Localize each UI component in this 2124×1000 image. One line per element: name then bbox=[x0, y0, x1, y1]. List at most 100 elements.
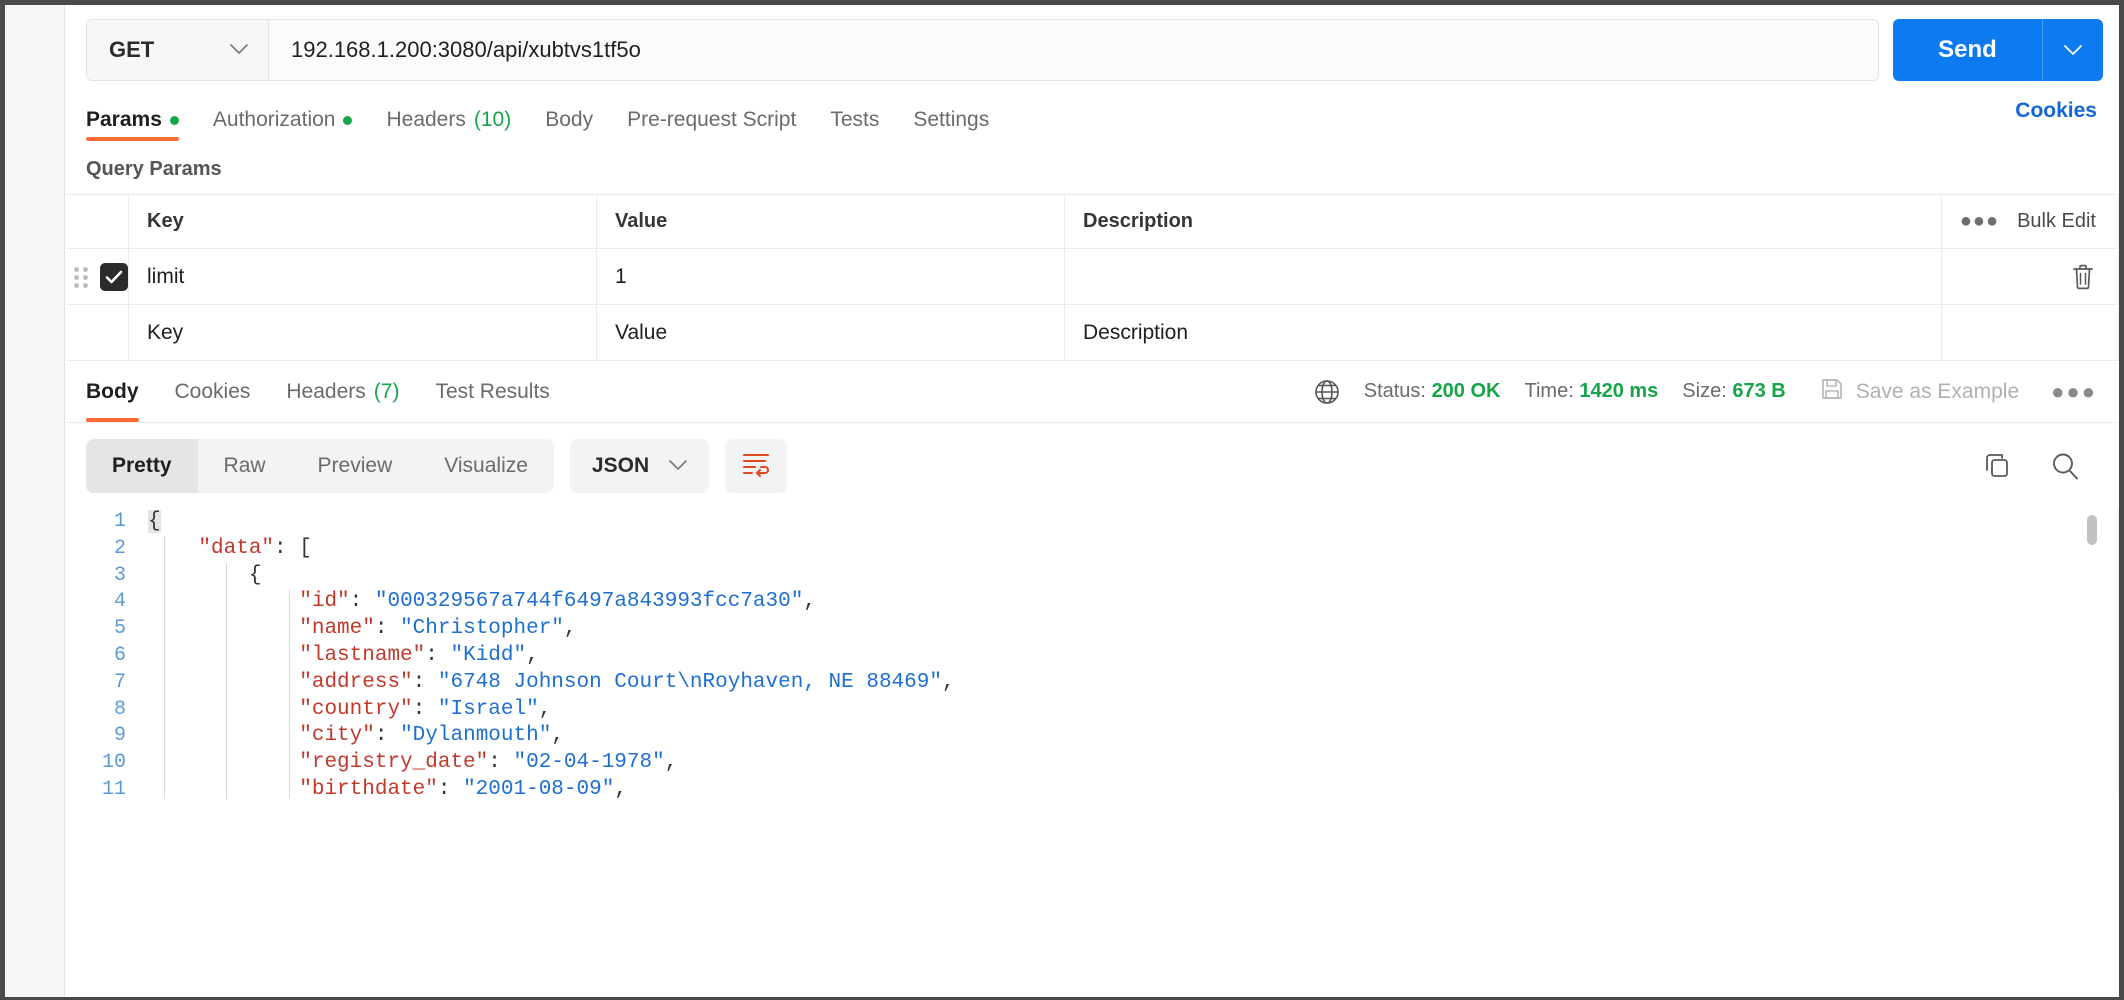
delete-row-button[interactable] bbox=[1960, 264, 2100, 290]
network-globe-icon[interactable] bbox=[1314, 379, 1340, 405]
response-tab-headers-label: Headers bbox=[286, 379, 366, 403]
header-key: Key bbox=[128, 194, 597, 249]
url-input[interactable]: 192.168.1.200:3080/api/xubtvs1tf5o bbox=[269, 20, 1878, 80]
tab-tests-label: Tests bbox=[830, 108, 880, 131]
main-content: GET 192.168.1.200:3080/api/xubtvs1tf5o S… bbox=[66, 5, 2119, 997]
tab-body[interactable]: Body bbox=[528, 93, 610, 141]
code-panel-divider bbox=[2118, 509, 2119, 799]
code-line: 5 "name": "Christopher", bbox=[86, 616, 2119, 643]
code-line-text: "registry_date": "02-04-1978", bbox=[299, 751, 678, 775]
response-tab-test-results[interactable]: Test Results bbox=[417, 361, 567, 422]
tab-tests[interactable]: Tests bbox=[813, 93, 896, 141]
code-line-text: { bbox=[248, 563, 262, 587]
table-row: limit 1 bbox=[66, 248, 2119, 305]
line-number: 11 bbox=[101, 777, 126, 799]
status-badge: Status: 200 OK bbox=[1364, 380, 1501, 403]
row-key-input[interactable]: limit bbox=[128, 248, 597, 305]
response-tab-cookies[interactable]: Cookies bbox=[157, 361, 269, 422]
size-value: 673 B bbox=[1732, 380, 1786, 402]
status-value: 200 OK bbox=[1431, 380, 1501, 402]
code-line-text: "data": [ bbox=[198, 536, 312, 560]
body-view-segmented-control: Pretty Raw Preview Visualize bbox=[86, 439, 554, 493]
save-as-example-label: Save as Example bbox=[1855, 379, 2020, 403]
copy-icon[interactable] bbox=[1981, 451, 2011, 481]
response-tab-headers[interactable]: Headers (7) bbox=[268, 361, 417, 422]
response-body-code[interactable]: 1{2 "data": [3 {4 "id": "000329567a744f6… bbox=[66, 509, 2119, 799]
response-options-dots-icon[interactable]: ●●● bbox=[2051, 379, 2097, 405]
save-as-example-button[interactable]: Save as Example bbox=[1820, 377, 2019, 407]
line-number: 10 bbox=[101, 751, 126, 775]
table-header-row: Key Value Description ●●● Bulk Edit bbox=[66, 194, 2119, 249]
code-line: 10 "registry_date": "02-04-1978", bbox=[86, 750, 2119, 777]
bulk-edit-button[interactable]: Bulk Edit bbox=[2017, 210, 2096, 233]
time-value: 1420 ms bbox=[1579, 380, 1659, 402]
body-view-pretty[interactable]: Pretty bbox=[86, 439, 198, 493]
body-view-visualize[interactable]: Visualize bbox=[418, 439, 554, 493]
response-tab-body[interactable]: Body bbox=[86, 361, 157, 422]
line-number: 6 bbox=[113, 643, 126, 667]
code-line-text: "birthdate": "2001-08-09", bbox=[299, 777, 627, 799]
tab-settings[interactable]: Settings bbox=[896, 93, 1006, 141]
save-disk-icon bbox=[1820, 377, 1844, 407]
line-number: 3 bbox=[113, 563, 126, 587]
cookies-link[interactable]: Cookies bbox=[2015, 93, 2097, 123]
tab-params[interactable]: Params bbox=[86, 93, 196, 141]
tab-pre-request-script-label: Pre-request Script bbox=[627, 108, 797, 131]
left-sidebar-rail bbox=[5, 5, 65, 997]
line-number: 9 bbox=[113, 724, 126, 748]
tab-params-label: Params bbox=[86, 108, 162, 131]
status-label: Status: bbox=[1363, 380, 1426, 402]
query-params-title: Query Params bbox=[86, 158, 222, 180]
response-meta: Status: 200 OK Time: 1420 ms Size: 673 B bbox=[1314, 377, 2097, 407]
code-line: 3 { bbox=[86, 563, 2119, 590]
send-options-chevron-down-icon[interactable] bbox=[2043, 19, 2103, 81]
body-view-preview[interactable]: Preview bbox=[292, 439, 419, 493]
send-button[interactable]: Send bbox=[1893, 19, 2043, 81]
row-value-input[interactable]: 1 bbox=[596, 248, 1065, 305]
http-method-select[interactable]: GET bbox=[87, 20, 269, 80]
new-description-input[interactable]: Description bbox=[1064, 304, 1942, 361]
new-value-input[interactable]: Value bbox=[596, 304, 1065, 361]
body-view-raw[interactable]: Raw bbox=[198, 439, 292, 493]
line-number: 8 bbox=[113, 697, 126, 721]
tab-headers[interactable]: Headers (10) bbox=[369, 93, 528, 141]
code-line: 2 "data": [ bbox=[86, 536, 2119, 563]
table-options-dots-icon[interactable]: ●●● bbox=[1960, 210, 1999, 233]
tab-settings-label: Settings bbox=[913, 108, 990, 131]
body-format-label: JSON bbox=[591, 454, 650, 477]
tab-pre-request-script[interactable]: Pre-request Script bbox=[610, 93, 813, 141]
time-label: Time: bbox=[1524, 380, 1574, 402]
json-code-lines: 1{2 "data": [3 {4 "id": "000329567a744f6… bbox=[86, 509, 2119, 799]
tab-authorization[interactable]: Authorization bbox=[196, 93, 370, 141]
line-number: 7 bbox=[113, 670, 126, 694]
response-tab-body-label: Body bbox=[86, 379, 139, 403]
new-key-input[interactable]: Key bbox=[128, 304, 597, 361]
code-vertical-scrollbar[interactable] bbox=[2087, 515, 2097, 791]
line-number: 4 bbox=[113, 590, 126, 614]
code-line: 11 "birthdate": "2001-08-09", bbox=[86, 777, 2119, 799]
drag-handle-icon[interactable] bbox=[74, 266, 88, 288]
wrap-lines-button[interactable] bbox=[725, 439, 788, 493]
line-number: 2 bbox=[113, 536, 126, 560]
body-toolbar-actions bbox=[1981, 450, 2097, 482]
header-value: Value bbox=[596, 194, 1065, 249]
row-description-input[interactable] bbox=[1064, 248, 1942, 305]
search-icon[interactable] bbox=[2049, 450, 2081, 482]
body-format-select[interactable]: JSON bbox=[569, 439, 710, 493]
app-window: GET 192.168.1.200:3080/api/xubtvs1tf5o S… bbox=[5, 5, 2119, 997]
tab-headers-count: (10) bbox=[473, 108, 512, 131]
method-url-group: GET 192.168.1.200:3080/api/xubtvs1tf5o bbox=[86, 19, 1879, 81]
code-line: 4 "id": "000329567a744f6497a843993fcc7a3… bbox=[86, 589, 2119, 616]
tab-authorization-label: Authorization bbox=[212, 108, 336, 131]
code-line-text: "lastname": "Kidd", bbox=[299, 643, 539, 667]
authorization-modified-dot-icon bbox=[343, 115, 353, 125]
http-method-label: GET bbox=[109, 37, 155, 62]
code-line-text: "address": "6748 Johnson Court\nRoyhaven… bbox=[299, 670, 955, 694]
row-enabled-checkbox[interactable] bbox=[100, 262, 128, 291]
response-tabs: Body Cookies Headers (7) Test Results St… bbox=[66, 361, 2119, 423]
row-actions-cell bbox=[1941, 248, 2119, 305]
code-scrollbar-thumb[interactable] bbox=[2087, 515, 2097, 545]
code-line: 1{ bbox=[86, 509, 2119, 536]
header-description: Description bbox=[1064, 194, 1942, 249]
request-url-bar: GET 192.168.1.200:3080/api/xubtvs1tf5o S… bbox=[66, 5, 2119, 93]
